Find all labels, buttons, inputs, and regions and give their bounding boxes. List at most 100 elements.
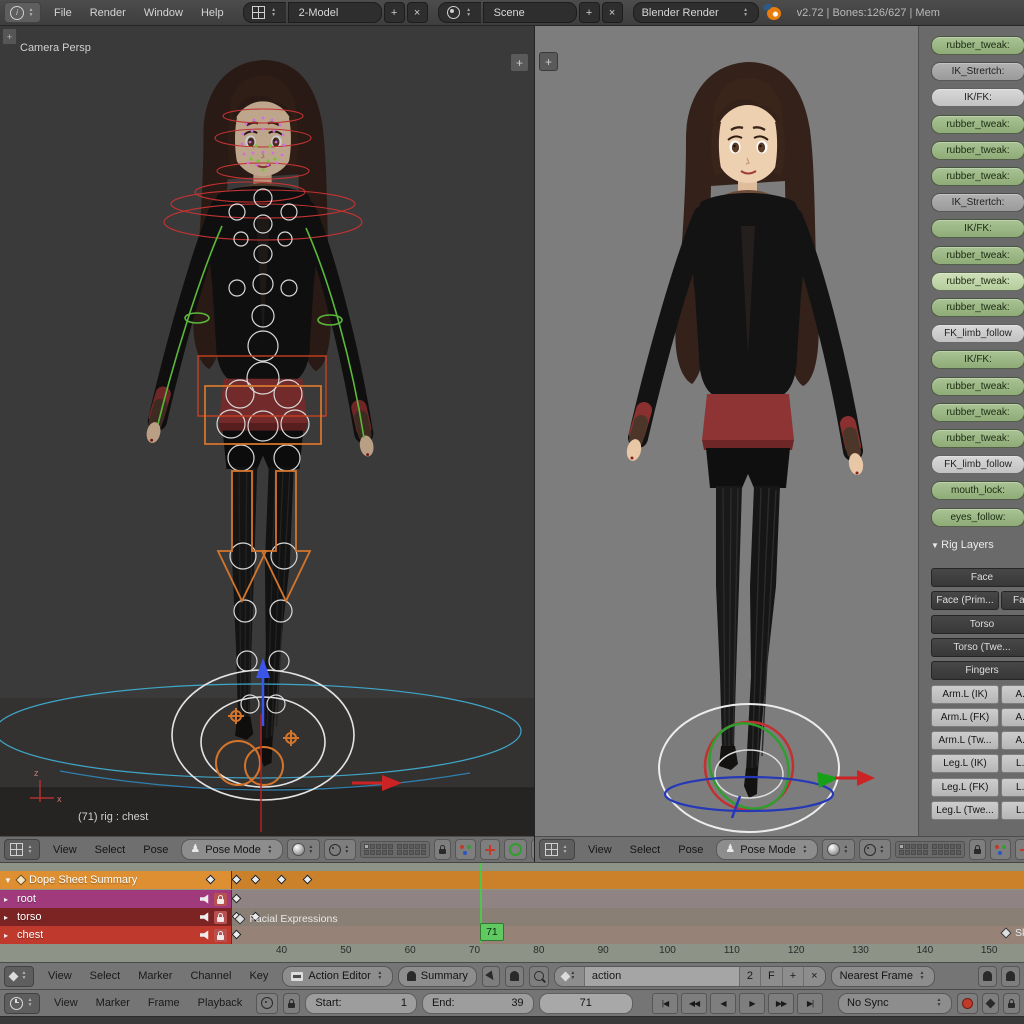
expand-icon[interactable]: ▸ [4,931,13,940]
menu-pose[interactable]: Pose [134,844,177,856]
viewport-shading-dropdown[interactable] [287,839,320,860]
layers-widget[interactable] [360,841,430,858]
layer-cell[interactable] [388,850,393,855]
menu-marker[interactable]: Marker [129,970,181,982]
snap-dropdown[interactable]: Nearest Frame [831,966,935,987]
menu-marker[interactable]: Marker [87,997,139,1009]
manipulator-toggle-button[interactable] [455,839,476,860]
layer-cell[interactable] [956,850,961,855]
layer-cell[interactable] [409,850,414,855]
mute-icon[interactable] [200,894,211,904]
expand-icon[interactable]: ▸ [4,913,13,922]
layer-cell[interactable] [950,844,955,849]
layer-cell[interactable] [932,844,937,849]
menu-select[interactable]: Select [86,844,135,856]
rig-layer-button-leg-l-fk-r[interactable]: L... [1001,778,1024,797]
use-preview-range-button[interactable] [256,993,278,1014]
render-engine-dropdown[interactable]: Blender Render [633,2,759,23]
layer-cell[interactable] [388,844,393,849]
filter-hidden-button[interactable] [505,966,524,987]
layer-cell[interactable] [403,844,408,849]
translate-manipulator-button[interactable] [480,839,500,860]
layer-cell[interactable] [905,844,910,849]
timeline-content-strip[interactable] [0,1016,1024,1024]
rig-slider-rubber-tweak-5[interactable]: rubber_tweak: [931,167,1024,186]
layer-cell[interactable] [911,850,916,855]
menu-select[interactable]: Select [621,844,670,856]
menu-select[interactable]: Select [81,970,130,982]
rig-layer-button-arm-l-tw-r[interactable]: A... [1001,731,1024,750]
screen-layout-browse[interactable] [243,2,286,23]
pivot-dropdown[interactable] [859,839,891,860]
jump-to-start-button[interactable]: |◀ [652,993,678,1014]
end-frame-field[interactable]: End: 39 [422,993,534,1014]
menu-frame[interactable]: Frame [139,997,189,1009]
menu-view[interactable]: View [45,997,87,1009]
rig-slider-ik-fk-7[interactable]: IK/FK: [931,219,1024,238]
rig-slider-ik-strertch-1[interactable]: IK_Strertch: [931,62,1024,81]
play-reverse-button[interactable]: ◀ [710,993,736,1014]
close-layout-button[interactable]: × [407,2,428,23]
mode-dropdown[interactable]: ♟ Pose Mode [716,839,818,860]
viewport-3d-scene-left[interactable]: x z [0,26,534,836]
layer-cell[interactable] [376,844,381,849]
layer-cell[interactable] [905,850,910,855]
layer-cell[interactable] [415,844,420,849]
sync-dropdown[interactable]: No Sync [838,993,952,1014]
summary-toggle[interactable]: Summary [398,966,477,987]
layer-cell[interactable] [899,850,904,855]
rig-slider-rubber-tweak-10[interactable]: rubber_tweak: [931,298,1024,317]
rig-layer-button-leg-l-twe[interactable]: Leg.L (Twe... [931,801,999,820]
rig-layer-button-leg-l-ik-r[interactable]: L... [1001,754,1024,773]
rig-layer-button-arm-l-fk[interactable]: Arm.L (FK) [931,708,999,727]
scale-manipulator-button[interactable] [531,839,534,860]
menu-view[interactable]: View [579,844,621,856]
prev-keyframe-button[interactable]: ◀◀ [681,993,707,1014]
layer-cell[interactable] [409,844,414,849]
layer-cell[interactable] [911,844,916,849]
layer-cell[interactable] [956,844,961,849]
lock-camera-button[interactable] [969,839,986,860]
translate-manipulator-button[interactable] [1015,839,1024,860]
rig-layer-button-torso[interactable]: Torso [931,615,1024,634]
menu-window[interactable]: Window [135,7,192,19]
lock-toggle[interactable] [214,911,227,924]
layer-cell[interactable] [899,844,904,849]
channel-chest[interactable]: ▸chest [0,926,232,944]
rig-layers-section-title[interactable]: Rig Layers [931,539,994,551]
lock-camera-button[interactable] [434,839,451,860]
layer-cell[interactable] [370,844,375,849]
close-scene-button[interactable]: × [602,2,623,23]
unlink-action-button[interactable]: × [803,967,824,986]
editor-mode-dropdown[interactable]: Action Editor [282,966,392,987]
menu-view[interactable]: View [44,844,86,856]
rig-slider-fk-limb-follow-11[interactable]: FK_limb_follow [931,324,1024,343]
manipulator-toggle-button[interactable] [990,839,1011,860]
filter-search-button[interactable] [529,966,549,987]
menu-pose[interactable]: Pose [669,844,712,856]
insert-keyframe-button[interactable] [1003,993,1020,1014]
layer-cell[interactable] [364,850,369,855]
layer-cell[interactable] [370,850,375,855]
editor-type-button[interactable] [539,839,575,860]
layer-cell[interactable] [917,844,922,849]
rotate-manipulator-button[interactable] [504,839,527,860]
rig-layer-button-arm-l-fk-r[interactable]: A... [1001,708,1024,727]
layer-cell[interactable] [403,850,408,855]
menu-playback[interactable]: Playback [189,997,252,1009]
viewport-left-content[interactable]: x z Camera Persp (71) rig : chest + + [0,26,534,836]
rig-layer-button-fingers[interactable]: Fingers [931,661,1024,680]
play-button[interactable]: ▶ [739,993,765,1014]
scene-name[interactable]: Scene [483,2,577,23]
rig-layer-button-arm-l-ik[interactable]: Arm.L (IK) [931,685,999,704]
rig-layer-button-leg-l-ik[interactable]: Leg.L (IK) [931,754,999,773]
channel-dope-sheet-summary[interactable]: ▼Dope Sheet Summary [0,871,232,889]
jump-to-end-button[interactable]: ▶| [797,993,823,1014]
lock-toggle[interactable] [214,929,227,942]
scene-browse[interactable] [438,2,481,23]
paste-keyframes-button[interactable] [1001,966,1020,987]
rig-layer-button-torso-twe[interactable]: Torso (Twe... [931,638,1024,657]
layer-cell[interactable] [397,844,402,849]
region-corner-widget[interactable]: + [2,28,17,45]
filter-selected-button[interactable] [482,966,500,987]
